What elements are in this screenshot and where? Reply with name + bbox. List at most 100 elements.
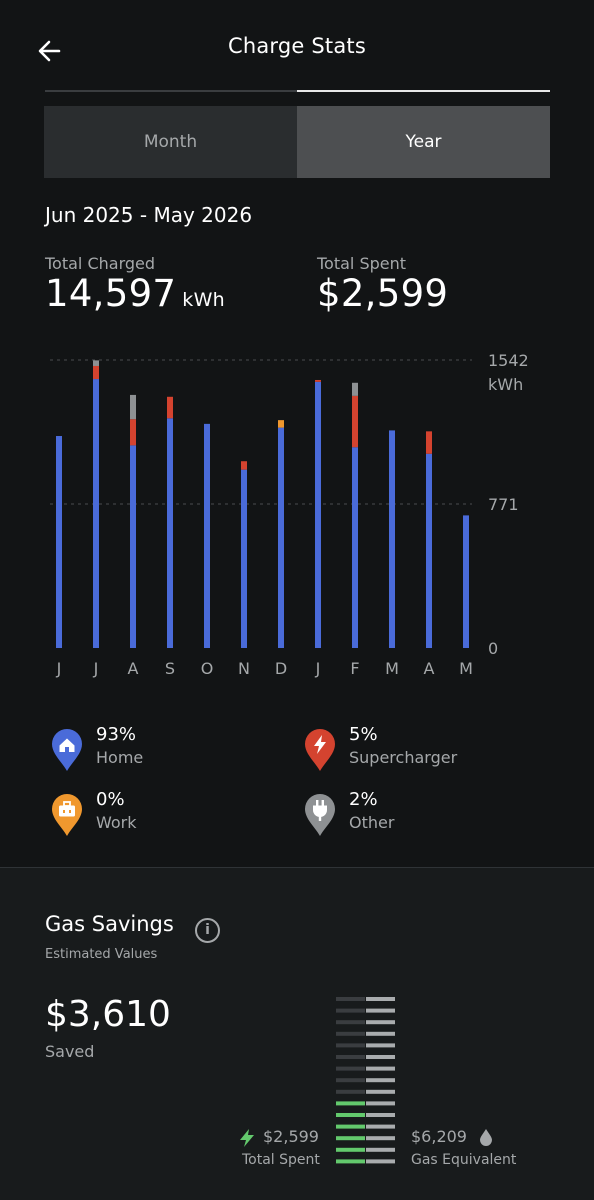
legend-work-name: Work [96, 813, 137, 832]
gas-gauge-segment [366, 1031, 395, 1036]
x-tick-label: O [201, 659, 214, 678]
saved-gauge-segment [336, 1055, 365, 1059]
bar-home-segment [389, 430, 395, 648]
bar-other-segment [93, 360, 99, 366]
gas-gauge-segment [366, 1147, 395, 1152]
saved-gauge-segment [336, 1078, 365, 1083]
spent-gauge-segment [336, 1113, 365, 1117]
total-spent-label: Total Spent [317, 254, 407, 273]
home-icon [52, 729, 82, 771]
tab-year-label: Year [405, 132, 442, 152]
gas-gauge-segment [366, 1136, 395, 1141]
bar-home-segment [315, 381, 321, 648]
date-range: Jun 2025 - May 2026 [45, 203, 253, 227]
y-tick-label: 771 [488, 495, 519, 514]
gas-gauge-segment [366, 1055, 395, 1059]
total-charged-unit: kWh [182, 289, 225, 311]
bar-supercharger-segment [167, 396, 173, 419]
page-title: Charge Stats [227, 34, 367, 58]
bar-supercharger-segment [315, 379, 321, 382]
saved-gauge-segment [336, 1066, 365, 1071]
gas-gauge-segment [366, 1159, 395, 1164]
bar-home-segment [167, 418, 173, 648]
gas-gauge-segment [366, 1113, 395, 1117]
tab-month[interactable]: Month [44, 106, 297, 178]
savings-comparison-gauge [336, 997, 395, 1164]
legend-other: 2% Other [304, 789, 534, 843]
spent-gauge-segment [336, 1136, 365, 1141]
legend-home-pct: 93% [96, 724, 137, 745]
gas-gauge-segment [366, 1089, 395, 1094]
x-tick-label: M [459, 659, 473, 678]
bar-home-segment [463, 515, 469, 648]
saved-gauge-segment [336, 1020, 365, 1025]
bar-other-segment [130, 394, 136, 420]
x-tick-label: M [385, 659, 399, 678]
lightning-icon [305, 729, 335, 771]
legend-work: 0% Work [51, 789, 281, 843]
legend-home-name: Home [96, 748, 144, 767]
bar-home-segment [278, 427, 284, 648]
gas-gauge-segment [366, 1020, 395, 1025]
gas-savings-subtitle: Estimated Values [45, 947, 158, 962]
charging-bar-chart: 1542 771 0 kWh J J A S O N D J F M A M [50, 351, 529, 678]
drop-icon [480, 1129, 492, 1146]
gas-gauge-segment [366, 997, 395, 1001]
saved-gauge-segment [336, 997, 365, 1001]
spent-gauge-segment [336, 1147, 365, 1152]
x-tick-label: D [275, 659, 287, 678]
gas-equivalent-value: $6,209 [411, 1127, 467, 1146]
tab-month-label: Month [143, 132, 198, 152]
bar-other-segment [352, 382, 358, 396]
spent-gauge-segment [336, 1101, 365, 1106]
x-tick-label: A [128, 659, 139, 678]
legend-other-pct: 2% [349, 789, 378, 810]
x-tick-label: F [350, 659, 359, 678]
total-spent-value: $2,599 [317, 272, 449, 315]
tab-underline-active [297, 90, 550, 92]
info-icon[interactable]: i [195, 918, 220, 943]
bar-supercharger-segment [130, 419, 136, 446]
gas-gauge-segment [366, 1066, 395, 1071]
total-charged-value: 14,597 kWh [45, 272, 225, 315]
legend-other-name: Other [349, 813, 395, 832]
legend-supercharger-name: Supercharger [349, 748, 458, 767]
x-tick-label: S [165, 659, 175, 678]
x-tick-label: J [315, 659, 321, 678]
gas-total-spent-label: Total Spent [242, 1152, 320, 1168]
legend-work-pct: 0% [96, 789, 125, 810]
bar-supercharger-segment [426, 431, 432, 454]
y-tick-label: 0 [488, 639, 498, 658]
bar-home-segment [204, 423, 210, 648]
header: Charge Stats [0, 0, 594, 100]
lightning-icon [240, 1129, 254, 1147]
bar-supercharger-segment [241, 461, 247, 470]
saved-gauge-segment [336, 1031, 365, 1036]
gas-total-spent-value: $2,599 [263, 1127, 319, 1146]
bar-home-segment [130, 445, 136, 648]
y-tick-label: 1542 [488, 351, 529, 370]
x-tick-label: N [238, 659, 250, 678]
tab-underline-inactive [45, 90, 297, 92]
bar-supercharger-segment [93, 365, 99, 380]
total-charged-label: Total Charged [45, 254, 156, 273]
legend-home: 93% Home [51, 724, 281, 778]
legend-supercharger: 5% Supercharger [304, 724, 534, 778]
spent-gauge-segment [336, 1159, 365, 1164]
bar-home-segment [352, 447, 358, 648]
x-tick-label: A [424, 659, 435, 678]
saved-gauge-segment [336, 1089, 365, 1094]
gas-savings-title: Gas Savings [45, 912, 174, 936]
saved-value: $3,610 [45, 994, 171, 1035]
bar-supercharger-segment [352, 395, 358, 448]
x-tick-label: J [56, 659, 62, 678]
y-unit-label: kWh [488, 375, 523, 394]
bar-home-segment [56, 436, 62, 648]
bar-home-segment [426, 453, 432, 648]
saved-label: Saved [45, 1042, 95, 1061]
saved-gauge-segment [336, 1008, 365, 1013]
tab-year[interactable]: Year [297, 106, 550, 178]
bar-work-segment [278, 420, 284, 428]
total-charged-number: 14,597 [45, 272, 177, 315]
x-tick-label: J [93, 659, 99, 678]
